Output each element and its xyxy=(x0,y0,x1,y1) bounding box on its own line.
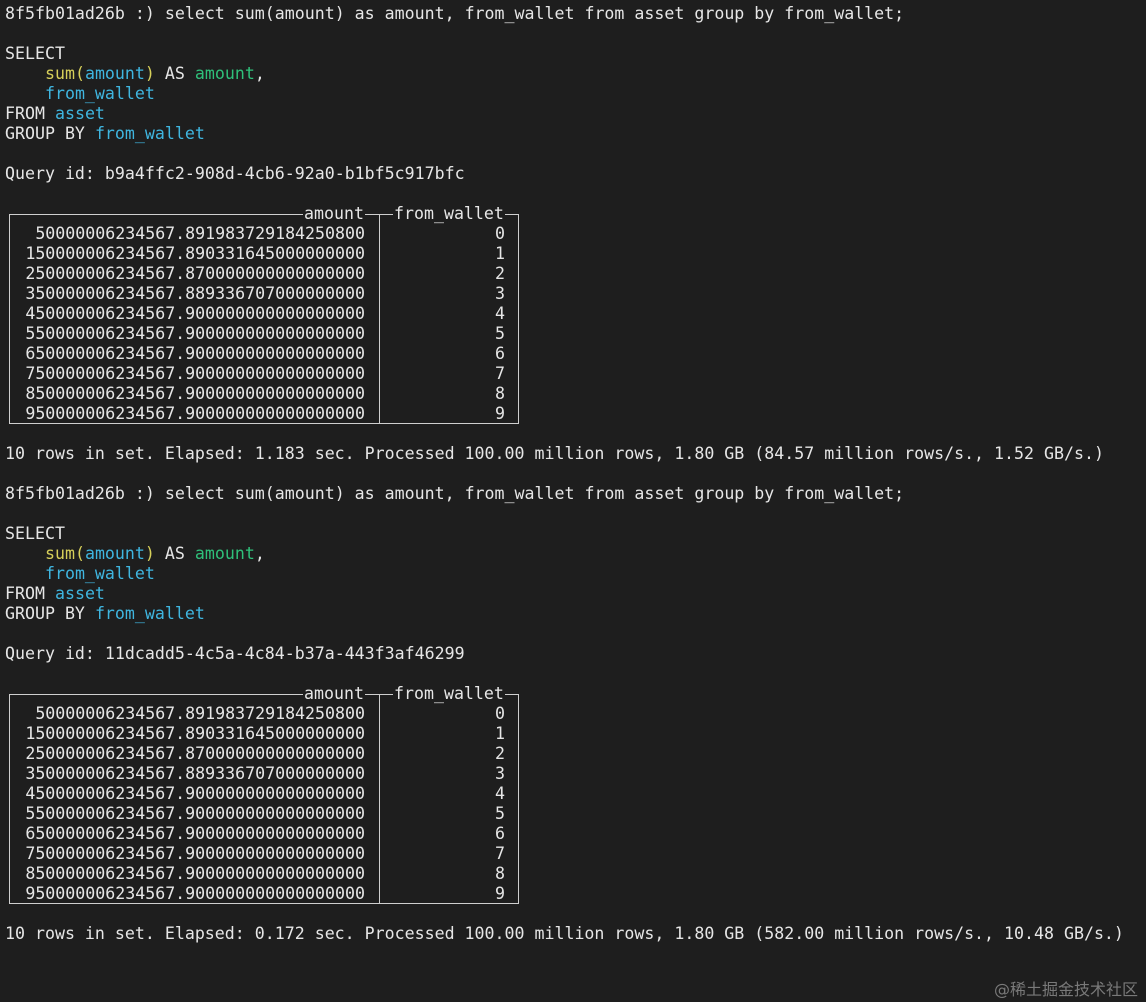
table-row: 650000006234567.900000000000000000 6 xyxy=(9,344,519,364)
cell-from-wallet: 0 xyxy=(495,704,505,723)
cell-from-wallet: 2 xyxy=(495,264,505,283)
column-header-amount: amount xyxy=(303,204,365,224)
prompt: 8f5fb01ad26b :) xyxy=(5,4,155,23)
cell-from-wallet: 5 xyxy=(495,324,505,343)
cell-amount: 850000006234567.900000000000000000 xyxy=(25,864,365,883)
table-row: 150000006234567.890331645000000000 1 xyxy=(9,724,519,744)
cell-from-wallet: 6 xyxy=(495,824,505,843)
cell-amount: 750000006234567.900000000000000000 xyxy=(25,844,365,863)
table-row: 850000006234567.900000000000000000 8 xyxy=(9,384,519,404)
summary-line: 10 rows in set. Elapsed: 1.183 sec. Proc… xyxy=(5,444,1104,463)
cell-from-wallet: 9 xyxy=(495,884,505,903)
sql-sum-line: sum(amount) AS amount, xyxy=(44,64,265,83)
result-table: amount from_wallet 50000006234567.891983… xyxy=(9,684,521,904)
cell-from-wallet: 0 xyxy=(495,224,505,243)
cell-amount: 550000006234567.900000000000000000 xyxy=(25,804,365,823)
table-row: 550000006234567.900000000000000000 5 xyxy=(9,804,519,824)
table-row: 750000006234567.900000000000000000 7 xyxy=(9,364,519,384)
table-row: 750000006234567.900000000000000000 7 xyxy=(9,844,519,864)
column-header-from-wallet: from_wallet xyxy=(393,684,505,704)
table-rows: 50000006234567.891983729184250800 0 15000… xyxy=(9,224,519,424)
sql-column-line: from_wallet xyxy=(44,564,155,583)
column-header-from-wallet: from_wallet xyxy=(393,204,505,224)
table-row: 450000006234567.900000000000000000 4 xyxy=(9,304,519,324)
cell-amount: 50000006234567.891983729184250800 xyxy=(35,704,365,723)
cell-amount: 150000006234567.890331645000000000 xyxy=(25,724,365,743)
cell-amount: 250000006234567.870000000000000000 xyxy=(25,744,365,763)
command-line: 8f5fb01ad26b :) select sum(amount) as am… xyxy=(5,4,1146,24)
table-row: 650000006234567.900000000000000000 6 xyxy=(9,824,519,844)
table-rows: 50000006234567.891983729184250800 0 15000… xyxy=(9,704,519,904)
cell-from-wallet: 2 xyxy=(495,744,505,763)
table-row: 850000006234567.900000000000000000 8 xyxy=(9,864,519,884)
table-row: 450000006234567.900000000000000000 4 xyxy=(9,784,519,804)
sql-sum-line: sum(amount) AS amount, xyxy=(44,544,265,563)
cell-amount: 450000006234567.900000000000000000 xyxy=(25,784,365,803)
query-id: b9a4ffc2-908d-4cb6-92a0-b1bf5c917bfc xyxy=(104,164,465,183)
query-id-line: Query id: b9a4ffc2-908d-4cb6-92a0-b1bf5c… xyxy=(5,164,465,183)
sql-column-line: from_wallet xyxy=(44,84,155,103)
cell-from-wallet: 8 xyxy=(495,864,505,883)
cell-from-wallet: 5 xyxy=(495,804,505,823)
cell-amount: 250000006234567.870000000000000000 xyxy=(25,264,365,283)
cell-from-wallet: 6 xyxy=(495,344,505,363)
cell-from-wallet: 3 xyxy=(495,764,505,783)
cell-from-wallet: 4 xyxy=(495,304,505,323)
cell-amount: 150000006234567.890331645000000000 xyxy=(25,244,365,263)
cell-from-wallet: 1 xyxy=(495,244,505,263)
command-text: select sum(amount) as amount, from_walle… xyxy=(164,4,905,23)
cell-amount: 650000006234567.900000000000000000 xyxy=(25,344,365,363)
table-row: 250000006234567.870000000000000000 2 xyxy=(9,744,519,764)
table-row: 550000006234567.900000000000000000 5 xyxy=(9,324,519,344)
cell-amount: 50000006234567.891983729184250800 xyxy=(35,224,365,243)
query-block-2: 8f5fb01ad26b :) select sum(amount) as am… xyxy=(5,484,1146,944)
cell-from-wallet: 8 xyxy=(495,384,505,403)
terminal-output[interactable]: 8f5fb01ad26b :) select sum(amount) as am… xyxy=(5,4,1146,944)
cell-amount: 650000006234567.900000000000000000 xyxy=(25,824,365,843)
cell-from-wallet: 7 xyxy=(495,844,505,863)
query-id: 11dcadd5-4c5a-4c84-b37a-443f3af46299 xyxy=(104,644,465,663)
table-row: 950000006234567.900000000000000000 9 xyxy=(9,884,519,904)
column-header-amount: amount xyxy=(303,684,365,704)
query-block-1: 8f5fb01ad26b :) select sum(amount) as am… xyxy=(5,4,1146,484)
sql-groupby-line: GROUP BY from_wallet xyxy=(5,124,205,143)
cell-from-wallet: 4 xyxy=(495,784,505,803)
cell-amount: 950000006234567.900000000000000000 xyxy=(25,884,365,903)
summary-line: 10 rows in set. Elapsed: 0.172 sec. Proc… xyxy=(5,924,1124,943)
sql-from-line: FROM asset xyxy=(5,104,105,123)
command-line: 8f5fb01ad26b :) select sum(amount) as am… xyxy=(5,484,1146,504)
cell-from-wallet: 1 xyxy=(495,724,505,743)
sql-groupby-line: GROUP BY from_wallet xyxy=(5,604,205,623)
cell-amount: 350000006234567.889336707000000000 xyxy=(25,284,365,303)
cell-amount: 950000006234567.900000000000000000 xyxy=(25,404,365,423)
sql-select-line: SELECT xyxy=(5,44,65,63)
cell-amount: 350000006234567.889336707000000000 xyxy=(25,764,365,783)
cell-amount: 550000006234567.900000000000000000 xyxy=(25,324,365,343)
table-row: 150000006234567.890331645000000000 1 xyxy=(9,244,519,264)
watermark: @稀土掘金技术社区 xyxy=(993,980,1138,999)
cell-from-wallet: 9 xyxy=(495,404,505,423)
query-id-line: Query id: 11dcadd5-4c5a-4c84-b37a-443f3a… xyxy=(5,644,465,663)
table-row: 350000006234567.889336707000000000 3 xyxy=(9,284,519,304)
cell-from-wallet: 7 xyxy=(495,364,505,383)
table-row: 250000006234567.870000000000000000 2 xyxy=(9,264,519,284)
table-row: 350000006234567.889336707000000000 3 xyxy=(9,764,519,784)
table-row: 50000006234567.891983729184250800 0 xyxy=(9,704,519,724)
command-text: select sum(amount) as amount, from_walle… xyxy=(164,484,905,503)
cell-from-wallet: 3 xyxy=(495,284,505,303)
result-table: amount from_wallet 50000006234567.891983… xyxy=(9,204,521,424)
table-row: 950000006234567.900000000000000000 9 xyxy=(9,404,519,424)
cell-amount: 750000006234567.900000000000000000 xyxy=(25,364,365,383)
cell-amount: 850000006234567.900000000000000000 xyxy=(25,384,365,403)
sql-from-line: FROM asset xyxy=(5,584,105,603)
prompt: 8f5fb01ad26b :) xyxy=(5,484,155,503)
table-row: 50000006234567.891983729184250800 0 xyxy=(9,224,519,244)
cell-amount: 450000006234567.900000000000000000 xyxy=(25,304,365,323)
sql-select-line: SELECT xyxy=(5,524,65,543)
